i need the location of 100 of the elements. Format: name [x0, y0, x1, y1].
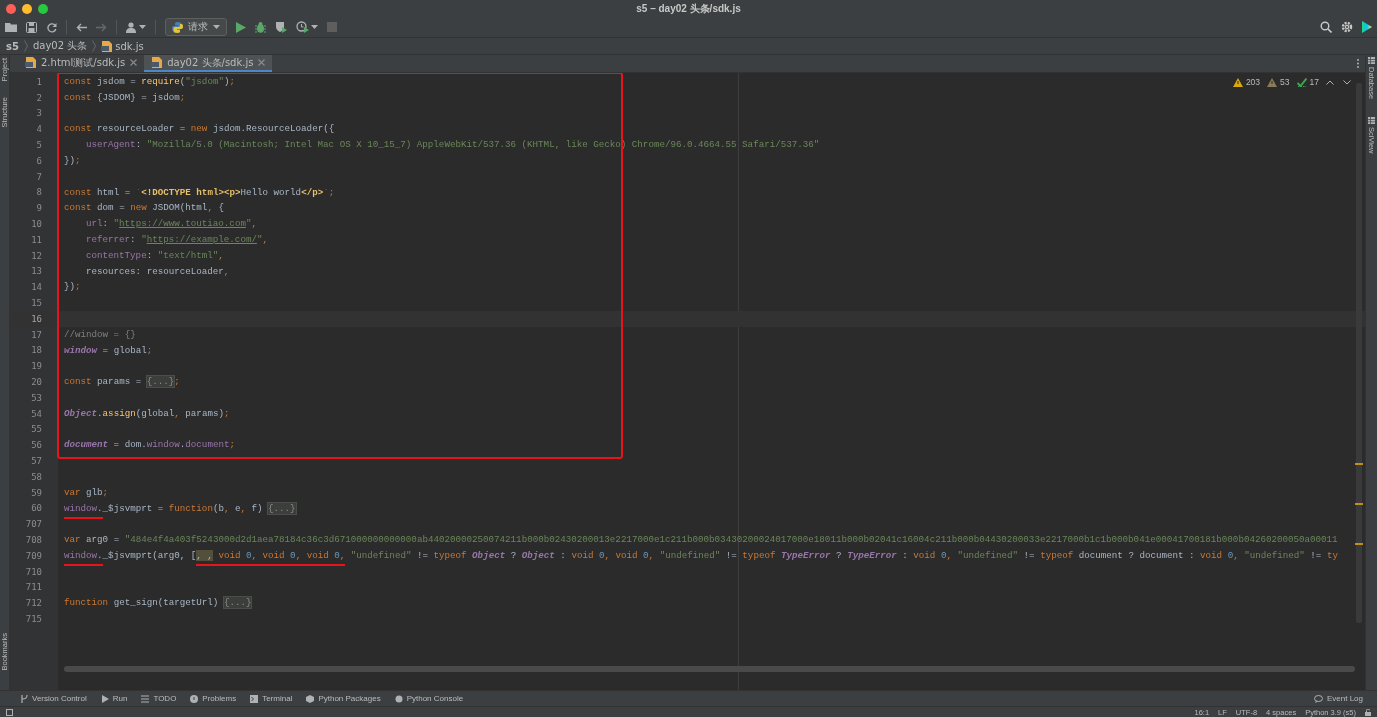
line-number: 710	[24, 566, 42, 577]
line-number: 715	[24, 614, 42, 624]
code-line: window._$jsvmprt = function(b, e, f) {...}	[58, 500, 296, 517]
search-icon[interactable]	[1320, 21, 1332, 33]
code-line: window._$jsvmprt(arg0, [, , void 0, void 0, void 0, "undefined" != typeof Object ? Object : void 0, void 0, "undefined" != typeof TypeError ? TypeError : void 0, "undefined" != typeof document ? document : void 0, "undefined" != ty	[58, 547, 1338, 564]
line-number: 15	[30, 298, 42, 309]
terminal-icon	[250, 694, 259, 703]
tool-window-button[interactable]: TODO	[141, 694, 177, 703]
issue-count: 203	[1245, 77, 1261, 87]
editor-tab[interactable]: day02 头条/sdk.js	[144, 55, 273, 72]
lock-icon[interactable]	[1365, 708, 1371, 716]
up-chevron-icon[interactable]	[1326, 79, 1334, 85]
triangle-logo-icon[interactable]	[1362, 21, 1372, 33]
line-number: 14	[30, 282, 42, 293]
run-icon[interactable]	[236, 21, 246, 33]
window-title: s5 – day02 头条/sdk.js	[635, 1, 742, 16]
clock-run-icon[interactable]	[296, 21, 309, 33]
back-arrow-icon[interactable]	[76, 22, 87, 32]
user-icon[interactable]	[126, 21, 137, 33]
line-number: 12	[30, 250, 42, 261]
issue-count: 17	[1309, 77, 1319, 87]
code-line: const jsdom = require("jsdom");	[63, 75, 235, 89]
line-number: 16	[30, 313, 42, 324]
package-icon	[306, 694, 315, 703]
editor-tab[interactable]: 2.html测试/sdk.js	[18, 55, 145, 72]
code-line: const params = {...};	[63, 375, 180, 390]
tool-window-button[interactable]: Version Control	[20, 694, 87, 703]
js-file-icon	[151, 57, 163, 68]
speech-bubble-icon	[1313, 694, 1323, 703]
line-number: 17	[30, 329, 42, 340]
panel-toggle-icon[interactable]	[6, 708, 13, 716]
code-line: const dom = new JSDOM(html, {	[63, 201, 224, 216]
save-icon[interactable]	[26, 21, 37, 33]
line-number: 3	[35, 108, 42, 119]
run-icon	[100, 694, 109, 703]
tool-window-button[interactable]: Event Log	[1313, 694, 1363, 703]
line-number: 18	[30, 345, 42, 356]
line-number: 59	[30, 487, 42, 498]
bug-icon[interactable]	[255, 21, 266, 33]
breadcrumb-link[interactable]: s5	[6, 40, 19, 52]
line-number: 2	[35, 92, 42, 103]
line-number: 60	[30, 503, 42, 514]
line-number: 56	[30, 440, 42, 451]
breadcrumb-link[interactable]: day02 头条	[32, 39, 88, 53]
code-line: url: "https://www.toutiao.com",	[85, 217, 257, 232]
tool-window-button[interactable]: Terminal	[250, 694, 293, 703]
line-number: 53	[30, 392, 42, 403]
line-number: 10	[30, 219, 42, 230]
tool-window-button[interactable]: Run	[100, 694, 128, 703]
tool-window-button[interactable]: Problems	[190, 694, 237, 703]
scrollbar[interactable]	[64, 666, 1355, 672]
tool-window-button[interactable]: Python Console	[394, 694, 464, 703]
line-number: 708	[24, 535, 42, 545]
warning-icon[interactable]	[1232, 77, 1243, 87]
line-number: 4	[35, 124, 42, 135]
caret-icon	[311, 25, 318, 29]
line-number: 11	[30, 234, 42, 245]
close-icon[interactable]	[130, 59, 138, 66]
code-line: //window = {}	[63, 327, 136, 342]
code-line: resources: resourceLoader,	[85, 264, 230, 279]
code-line: window = global;	[63, 343, 153, 358]
caret-icon	[213, 25, 220, 29]
issue-count: 53	[1280, 77, 1290, 87]
caret-icon	[139, 25, 146, 29]
code-line: });	[63, 280, 81, 295]
line-number: 712	[24, 598, 42, 609]
close-button[interactable]	[6, 3, 16, 14]
info-icon	[190, 694, 199, 703]
down-chevron-icon[interactable]	[1343, 79, 1351, 85]
line-number: 9	[35, 203, 42, 214]
line-number: 709	[24, 550, 42, 561]
run-config-dropdown[interactable]: 请求	[165, 18, 227, 36]
breadcrumb-link[interactable]: sdk.js	[115, 40, 144, 52]
settings-icon[interactable]	[1341, 21, 1353, 33]
line-number: 7	[35, 171, 42, 182]
tool-window-button[interactable]: Python Packages	[306, 694, 381, 703]
shield-run-icon[interactable]	[275, 21, 287, 33]
chevron-icon	[23, 40, 28, 52]
line-number: 20	[30, 377, 42, 388]
line-number: 707	[24, 519, 42, 530]
code-line: });	[63, 154, 81, 168]
maximize-button[interactable]	[38, 3, 48, 14]
warning-icon[interactable]	[1267, 77, 1278, 87]
line-number: 711	[24, 582, 42, 593]
line-number: 6	[35, 155, 42, 166]
code-line: var arg0 = "484e4f4a403f5243000d2d1aea78184c36c3d671000000000000ab44020000250074211b000b02430200013e2217000e1c211b000b03430200024017000e18011b000b02041c16004c211b000b04430200033e2217000b1c1b000b041e00041700181b000b04260200050a00011	[63, 533, 1338, 548]
line-number: 54	[30, 408, 42, 419]
open-folder-icon[interactable]	[5, 22, 17, 32]
refresh-icon[interactable]	[46, 21, 57, 33]
check-icon[interactable]	[1296, 77, 1307, 87]
code-line: document = dom.window.document;	[63, 438, 235, 453]
code-line: var glb;	[63, 485, 109, 500]
code-line: const resourceLoader = new jsdom.ResourceLoader({	[63, 122, 335, 137]
code-line: contentType: "text/html",	[85, 248, 224, 263]
line-number: 55	[30, 424, 42, 435]
line-number: 57	[30, 456, 42, 466]
code-line: referrer: "https://example.com/",	[85, 232, 268, 247]
code-line: Object.assign(global, params);	[63, 406, 230, 421]
minimize-button[interactable]	[22, 3, 32, 14]
branch-icon	[20, 694, 28, 703]
